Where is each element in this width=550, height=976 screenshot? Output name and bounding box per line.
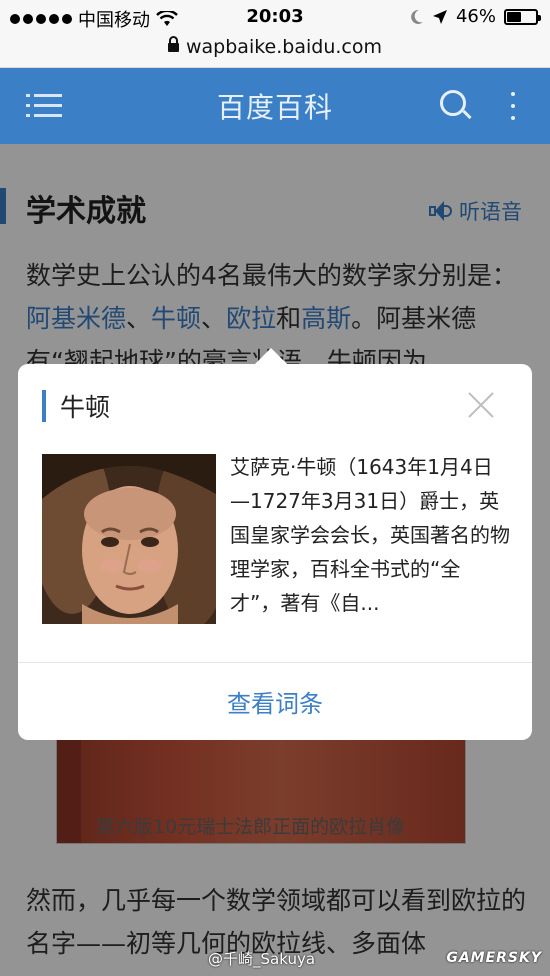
lock-icon xyxy=(168,36,179,52)
gamersky-logo: GAMERSKY xyxy=(446,950,542,966)
url-text: wapbaike.baidu.com xyxy=(186,36,382,58)
popup-title: 牛顿 xyxy=(60,393,111,422)
entry-preview-popup: 牛顿 艾萨克·牛顿（1643年1月4日—1727年3月31日）爵士，英国皇家学会… xyxy=(18,348,532,740)
popup-description: 艾萨克·牛顿（1643年1月4日—1727年3月31日）爵士，英国皇家学会会长，… xyxy=(230,455,510,615)
address-bar[interactable]: wapbaike.baidu.com xyxy=(0,36,550,58)
search-icon[interactable] xyxy=(440,90,472,122)
more-icon[interactable] xyxy=(508,88,518,124)
battery-percent: 46% xyxy=(455,6,496,27)
status-bar: 中国移动 20:03 46% wapbaike.baidu.com xyxy=(0,0,550,68)
location-arrow-icon xyxy=(432,9,447,24)
battery-icon xyxy=(504,8,541,25)
weibo-watermark: @千崎_Sakuya xyxy=(208,950,316,968)
close-icon[interactable] xyxy=(466,390,496,420)
popup-divider xyxy=(18,662,532,663)
popup-caret xyxy=(254,348,288,365)
app-header: 百度百科 xyxy=(0,68,550,144)
newton-portrait xyxy=(42,454,216,624)
popup-title-marker xyxy=(42,390,46,422)
moon-icon xyxy=(411,9,423,24)
view-entry-button[interactable]: 查看词条 xyxy=(18,684,532,719)
